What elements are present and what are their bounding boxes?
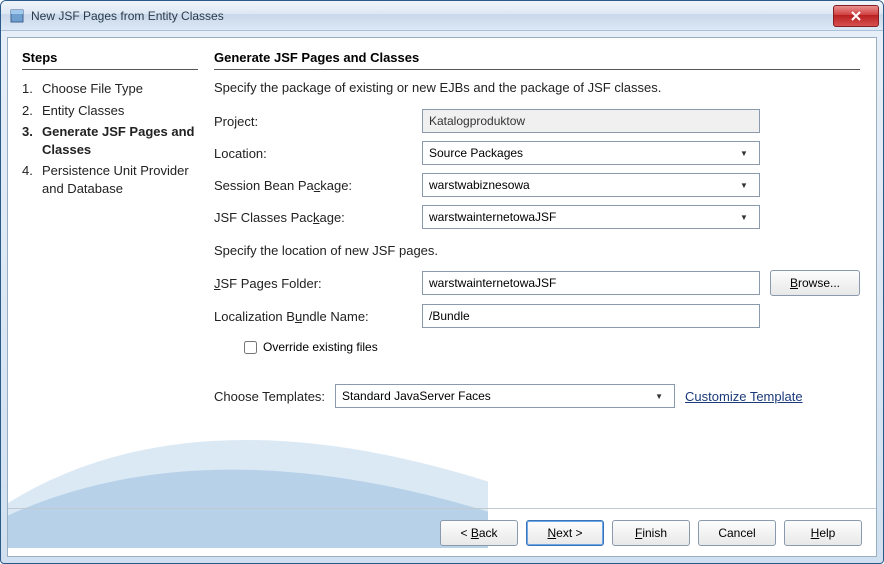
steps-heading: Steps [22, 50, 198, 70]
browse-button[interactable]: Browse... [770, 270, 860, 296]
templates-value: Standard JavaServer Faces [342, 389, 650, 403]
step-label: Persistence Unit Provider and Database [42, 162, 198, 197]
session-package-label: Session Bean Package: [214, 178, 412, 193]
step-number: 2. [22, 102, 42, 120]
step-item: 1. Choose File Type [22, 78, 198, 100]
step-number: 3. [22, 123, 42, 158]
form-grid: Project: Location: Source Packages ▼ Ses… [214, 109, 860, 408]
override-label: Override existing files [263, 340, 378, 354]
next-button[interactable]: Next > [526, 520, 604, 546]
session-package-combo[interactable]: warstwabiznesowa ▼ [422, 173, 760, 197]
cancel-button[interactable]: Cancel [698, 520, 776, 546]
close-button[interactable] [833, 5, 879, 27]
chevron-down-icon: ▼ [650, 387, 668, 405]
window-title: New JSF Pages from Entity Classes [31, 9, 833, 23]
jsf-package-label: JSF Classes Package: [214, 210, 412, 225]
jsf-package-value: warstwainternetowaJSF [429, 210, 735, 224]
help-button[interactable]: Help [784, 520, 862, 546]
customize-template-link[interactable]: Customize Template [685, 389, 803, 404]
bundle-label: Localization Bundle Name: [214, 309, 412, 324]
content-frame: Steps 1. Choose File Type 2. Entity Clas… [7, 37, 877, 557]
back-button[interactable]: < Back [440, 520, 518, 546]
bundle-field[interactable] [422, 304, 760, 328]
step-label: Choose File Type [42, 80, 198, 98]
session-package-value: warstwabiznesowa [429, 178, 735, 192]
location-combo[interactable]: Source Packages ▼ [422, 141, 760, 165]
steps-list: 1. Choose File Type 2. Entity Classes 3.… [22, 78, 198, 199]
templates-row: Choose Templates: Standard JavaServer Fa… [214, 384, 860, 408]
jsf-folder-field[interactable] [422, 271, 760, 295]
main-panel: Generate JSF Pages and Classes Specify t… [206, 38, 876, 508]
step-item: 4. Persistence Unit Provider and Databas… [22, 160, 198, 199]
step-label: Generate JSF Pages and Classes [42, 123, 198, 158]
titlebar: New JSF Pages from Entity Classes [1, 1, 883, 31]
chevron-down-icon: ▼ [735, 208, 753, 226]
wizard-window: New JSF Pages from Entity Classes Steps … [0, 0, 884, 564]
jsf-package-combo[interactable]: warstwainternetowaJSF ▼ [422, 205, 760, 229]
panel-title: Generate JSF Pages and Classes [214, 50, 860, 70]
step-label: Entity Classes [42, 102, 198, 120]
app-icon [9, 8, 25, 24]
override-checkbox[interactable] [244, 341, 257, 354]
step-number: 1. [22, 80, 42, 98]
location-value: Source Packages [429, 146, 735, 160]
project-field [422, 109, 760, 133]
pages-location-text: Specify the location of new JSF pages. [214, 243, 860, 258]
templates-label: Choose Templates: [214, 389, 325, 404]
step-number: 4. [22, 162, 42, 197]
templates-combo[interactable]: Standard JavaServer Faces ▼ [335, 384, 675, 408]
panel-description: Specify the package of existing or new E… [214, 80, 860, 95]
steps-panel: Steps 1. Choose File Type 2. Entity Clas… [8, 38, 206, 508]
finish-button[interactable]: Finish [612, 520, 690, 546]
chevron-down-icon: ▼ [735, 144, 753, 162]
step-item-active: 3. Generate JSF Pages and Classes [22, 121, 198, 160]
body-area: Steps 1. Choose File Type 2. Entity Clas… [8, 38, 876, 508]
override-checkbox-row: Override existing files [214, 340, 860, 354]
jsf-folder-label: JSF Pages Folder: [214, 276, 412, 291]
footer-buttons: < Back Next > Finish Cancel Help [8, 508, 876, 556]
project-label: Project: [214, 114, 412, 129]
location-label: Location: [214, 146, 412, 161]
step-item: 2. Entity Classes [22, 100, 198, 122]
chevron-down-icon: ▼ [735, 176, 753, 194]
